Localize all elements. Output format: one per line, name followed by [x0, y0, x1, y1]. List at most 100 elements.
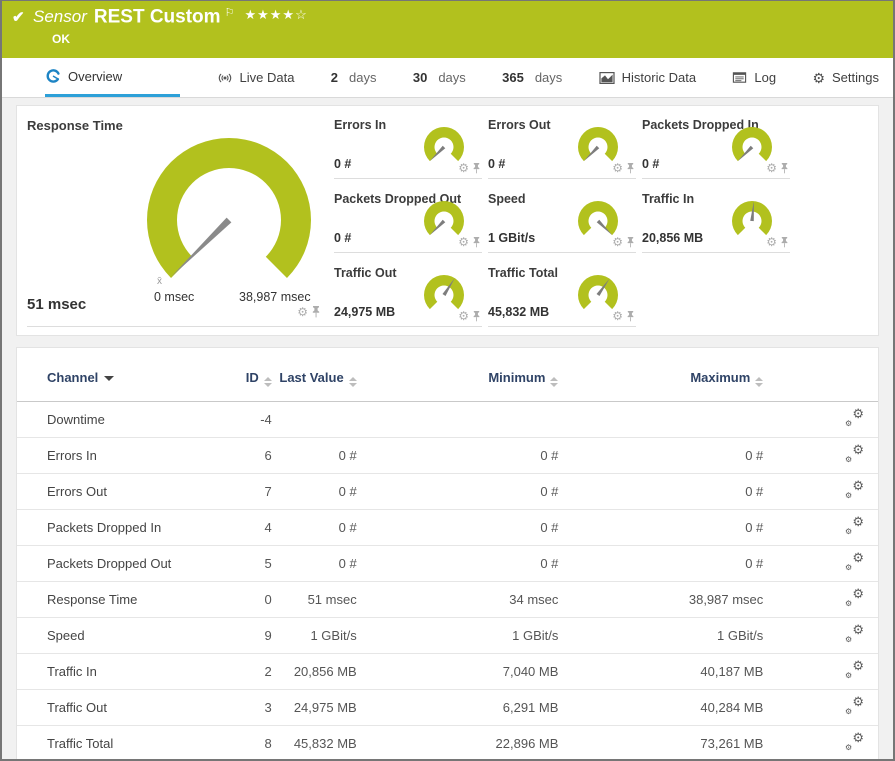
channel-last-value: 0 # [272, 438, 357, 474]
gear-icon[interactable]: ⚙ [612, 310, 623, 322]
tab-2-days[interactable]: 2 days [331, 58, 377, 97]
gauge-min-label: 0 msec [154, 290, 194, 304]
sort-direction-icon [104, 376, 114, 381]
channel-name[interactable]: Errors Out [17, 474, 213, 510]
pin-icon[interactable] [626, 236, 635, 248]
gauge-title: Speed [488, 192, 526, 206]
header-minimum[interactable]: Minimum [357, 364, 559, 402]
status-check-icon: ✔ [12, 8, 25, 26]
gear-icon[interactable]: ⚙ [297, 306, 308, 318]
priority-stars[interactable]: ★★★★☆ [244, 7, 307, 22]
channel-name[interactable]: Response Time [17, 582, 213, 618]
tab-settings[interactable]: ⚙ Settings [812, 58, 879, 97]
channel-id: 3 [213, 690, 271, 726]
panel-actions: ⚙ [766, 162, 789, 174]
channel-maximum: 0 # [558, 510, 763, 546]
channel-settings-icon[interactable]: ⚙⚙ [845, 590, 864, 606]
channel-name[interactable]: Errors In [17, 438, 213, 474]
channel-minimum [357, 402, 559, 438]
tab-log[interactable]: Log [732, 58, 776, 97]
channel-last-value: 51 msec [272, 582, 357, 618]
channel-name[interactable]: Traffic Out [17, 690, 213, 726]
tab-30-days[interactable]: 30 days [413, 58, 466, 97]
channel-last-value: 0 # [272, 510, 357, 546]
pin-icon[interactable] [626, 310, 635, 322]
channel-settings-icon[interactable]: ⚙⚙ [845, 518, 864, 534]
gauge-title: Response Time [27, 118, 123, 133]
tab-label: Live Data [240, 70, 295, 85]
tab-number: 2 [331, 70, 338, 85]
gauge-value: 45,832 MB [488, 305, 549, 319]
small-gauges-grid: Errors In 0 # ⚙ Errors Out 0 # ⚙ [334, 110, 790, 327]
sensor-header: ✔ SensorREST Custom⚐★★★★☆ OK [2, 1, 893, 58]
channel-last-value: 0 # [272, 546, 357, 582]
channel-id: -4 [213, 402, 271, 438]
channel-settings-icon[interactable]: ⚙⚙ [845, 554, 864, 570]
gauge-chart [144, 136, 314, 282]
sort-icon [264, 377, 272, 387]
gauge-value: 0 # [488, 157, 505, 171]
table-row-packets-dropped-out: Packets Dropped Out 5 0 # 0 # 0 # ⚙⚙ [17, 546, 878, 582]
channel-name[interactable]: Traffic In [17, 654, 213, 690]
tab-historic-data[interactable]: Historic Data [599, 58, 696, 97]
panel-actions: ⚙ [766, 236, 789, 248]
pin-icon[interactable] [472, 236, 481, 248]
channel-name[interactable]: Traffic Total [17, 726, 213, 761]
channel-name[interactable]: Packets Dropped In [17, 510, 213, 546]
gear-icon[interactable]: ⚙ [458, 236, 469, 248]
channel-settings-icon[interactable]: ⚙⚙ [845, 662, 864, 678]
table-row-traffic-in: Traffic In 2 20,856 MB 7,040 MB 40,187 M… [17, 654, 878, 690]
channel-name[interactable]: Speed [17, 618, 213, 654]
gear-icon[interactable]: ⚙ [612, 162, 623, 174]
tab-label: Settings [832, 70, 879, 85]
pin-icon[interactable] [780, 162, 789, 174]
channel-settings-icon[interactable]: ⚙⚙ [845, 482, 864, 498]
tab-label: Log [754, 70, 776, 85]
tab-number: 30 [413, 70, 427, 85]
gear-icon[interactable]: ⚙ [612, 236, 623, 248]
header-id[interactable]: ID [213, 364, 271, 402]
panel-actions: ⚙ [612, 162, 635, 174]
header-channel[interactable]: Channel [17, 364, 213, 402]
channel-id: 5 [213, 546, 271, 582]
channel-settings-icon[interactable]: ⚙⚙ [845, 734, 864, 750]
channel-id: 8 [213, 726, 271, 761]
gear-icon: ⚙ [812, 71, 825, 85]
pin-icon[interactable] [472, 162, 481, 174]
channel-settings-icon[interactable]: ⚙⚙ [845, 698, 864, 714]
tab-overview[interactable]: Overview [45, 58, 180, 97]
channel-minimum: 7,040 MB [357, 654, 559, 690]
channel-settings-icon[interactable]: ⚙⚙ [845, 626, 864, 642]
tab-365-days[interactable]: 365 days [502, 58, 562, 97]
gauge-value: 20,856 MB [642, 231, 703, 245]
pin-icon[interactable] [472, 310, 481, 322]
gauge-panel-errors-out: Errors Out 0 # ⚙ [488, 110, 636, 179]
channel-name[interactable]: Packets Dropped Out [17, 546, 213, 582]
channel-settings-icon[interactable]: ⚙⚙ [845, 446, 864, 462]
tab-label: Historic Data [622, 70, 696, 85]
pin-icon[interactable] [311, 305, 321, 318]
gauge-title: Traffic Out [334, 266, 397, 280]
gauge-panel-traffic-in: Traffic In 20,856 MB ⚙ [642, 184, 790, 253]
channel-minimum: 1 GBit/s [357, 618, 559, 654]
header-last-value[interactable]: Last Value [272, 364, 357, 402]
gear-icon[interactable]: ⚙ [766, 236, 777, 248]
gear-icon[interactable]: ⚙ [458, 310, 469, 322]
channel-id: 6 [213, 438, 271, 474]
header-maximum[interactable]: Maximum [558, 364, 763, 402]
panel-actions: ⚙ [297, 305, 321, 318]
pin-icon[interactable] [780, 236, 789, 248]
channel-maximum: 0 # [558, 438, 763, 474]
tab-live-data[interactable]: Live Data [217, 58, 295, 97]
status-badge: OK [52, 32, 70, 46]
gauge-value: 0 # [334, 157, 351, 171]
gear-icon[interactable]: ⚙ [458, 162, 469, 174]
channel-name[interactable]: Downtime [17, 402, 213, 438]
channel-settings-icon[interactable]: ⚙⚙ [845, 410, 864, 426]
gauge-panel-speed: Speed 1 GBit/s ⚙ [488, 184, 636, 253]
pin-icon[interactable] [626, 162, 635, 174]
gauge-chart [420, 200, 468, 240]
table-row-response-time: Response Time 0 51 msec 34 msec 38,987 m… [17, 582, 878, 618]
sensor-type-label: Sensor [33, 7, 87, 26]
gear-icon[interactable]: ⚙ [766, 162, 777, 174]
